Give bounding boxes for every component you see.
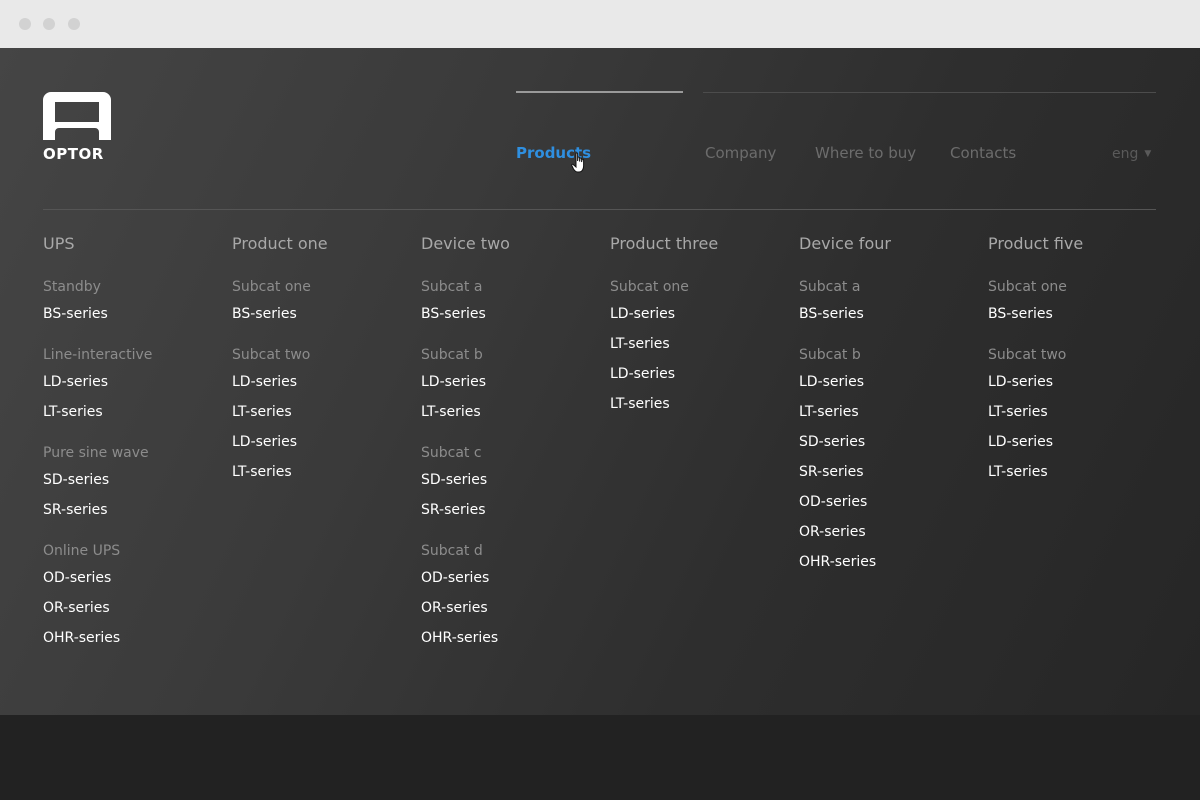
menu-series-link[interactable]: OD-series (799, 487, 979, 517)
menu-series-link[interactable]: BS-series (232, 299, 412, 329)
menu-series-link[interactable]: BS-series (421, 299, 601, 329)
page-footer-area (0, 715, 1200, 800)
menu-series-link[interactable]: LT-series (232, 457, 412, 487)
menu-group: Line-interactive LD-series LT-series (43, 344, 223, 427)
menu-series-link[interactable]: SD-series (421, 465, 601, 495)
nav-active-indicator (516, 91, 683, 93)
menu-group: Online UPS OD-series OR-series OHR-series (43, 540, 223, 653)
menu-subcategory[interactable]: Subcat b (421, 344, 601, 367)
menu-column: Product one Subcat one BS-series Subcat two… (232, 232, 412, 487)
menu-series-link[interactable]: LT-series (43, 397, 223, 427)
menu-group: Subcat b LD-series LT-series (421, 344, 601, 427)
menu-series-link[interactable]: OHR-series (421, 623, 601, 653)
menu-group: Subcat b LD-series LT-series SD-series SR-se… (799, 344, 979, 577)
menu-series-link[interactable]: SD-series (43, 465, 223, 495)
menu-group: Subcat d OD-series OR-series OHR-series (421, 540, 601, 653)
menu-series-link[interactable]: SD-series (799, 427, 979, 457)
menu-subcategory[interactable]: Subcat one (988, 276, 1168, 299)
window-titlebar (0, 0, 1200, 48)
menu-series-link[interactable]: LD-series (43, 367, 223, 397)
menu-subcategory[interactable]: Online UPS (43, 540, 223, 563)
menu-series-link[interactable]: LT-series (799, 397, 979, 427)
menu-group: Subcat one BS-series (232, 276, 412, 329)
menu-column-title[interactable]: Device two (421, 232, 601, 256)
menu-series-link[interactable]: OD-series (421, 563, 601, 593)
menu-series-link[interactable]: OHR-series (43, 623, 223, 653)
menu-series-link[interactable]: OR-series (799, 517, 979, 547)
menu-column: UPS Standby BS-series Line-interactive LD-se… (43, 232, 223, 653)
menu-series-link[interactable]: LT-series (232, 397, 412, 427)
menu-series-link[interactable]: LD-series (610, 299, 790, 329)
menu-series-link[interactable]: BS-series (43, 299, 223, 329)
menu-series-link[interactable]: OR-series (421, 593, 601, 623)
nav-where-to-buy[interactable]: Where to buy (815, 144, 916, 162)
menu-series-link[interactable]: LD-series (610, 359, 790, 389)
window-close-button[interactable] (19, 18, 31, 30)
menu-series-link[interactable]: LT-series (988, 457, 1168, 487)
hand-cursor-icon (571, 152, 585, 173)
menu-series-link[interactable]: OHR-series (799, 547, 979, 577)
menu-series-link[interactable]: BS-series (988, 299, 1168, 329)
menu-group: Subcat a BS-series (421, 276, 601, 329)
brand-logo[interactable]: OPTOR (43, 92, 113, 163)
brand-name: OPTOR (43, 145, 104, 163)
menu-subcategory[interactable]: Subcat a (421, 276, 601, 299)
menu-subcategory[interactable]: Line-interactive (43, 344, 223, 367)
menu-group: Subcat one BS-series (988, 276, 1168, 329)
menu-group: Subcat two LD-series LT-series LD-series LT-… (988, 344, 1168, 487)
menu-group: Subcat c SD-series SR-series (421, 442, 601, 525)
menu-series-link[interactable]: SR-series (43, 495, 223, 525)
menu-series-link[interactable]: LD-series (232, 367, 412, 397)
nav-contacts[interactable]: Contacts (950, 144, 1016, 162)
menu-subcategory[interactable]: Subcat a (799, 276, 979, 299)
menu-column-title[interactable]: Product three (610, 232, 790, 256)
menu-subcategory[interactable]: Subcat c (421, 442, 601, 465)
menu-subcategory[interactable]: Subcat two (988, 344, 1168, 367)
logo-icon (43, 92, 111, 140)
menu-series-link[interactable]: LT-series (610, 389, 790, 419)
window-minimize-button[interactable] (43, 18, 55, 30)
nav-company[interactable]: Company (705, 144, 776, 162)
menu-group: Standby BS-series (43, 276, 223, 329)
menu-group: Pure sine wave SD-series SR-series (43, 442, 223, 525)
menu-series-link[interactable]: SR-series (421, 495, 601, 525)
menu-series-link[interactable]: LD-series (988, 367, 1168, 397)
menu-group: Subcat two LD-series LT-series LD-series LT-… (232, 344, 412, 487)
chevron-down-icon: ▼ (1144, 149, 1152, 159)
menu-series-link[interactable]: LD-series (988, 427, 1168, 457)
menu-subcategory[interactable]: Subcat b (799, 344, 979, 367)
menu-subcategory[interactable]: Subcat one (610, 276, 790, 299)
menu-column: Device two Subcat a BS-series Subcat b LD-se… (421, 232, 601, 653)
nav-top-line (703, 92, 1156, 93)
menu-group: Subcat a BS-series (799, 276, 979, 329)
menu-subcategory[interactable]: Pure sine wave (43, 442, 223, 465)
menu-series-link[interactable]: LT-series (610, 329, 790, 359)
menu-column: Device four Subcat a BS-series Subcat b LD-s… (799, 232, 979, 577)
menu-column-title[interactable]: Product five (988, 232, 1168, 256)
menu-series-link[interactable]: OD-series (43, 563, 223, 593)
menu-subcategory[interactable]: Subcat one (232, 276, 412, 299)
menu-column-title[interactable]: Device four (799, 232, 979, 256)
menu-column: Product five Subcat one BS-series Subcat tw… (988, 232, 1168, 487)
menu-subcategory[interactable]: Subcat two (232, 344, 412, 367)
menu-group: Subcat one LD-series LT-series LD-series LT-… (610, 276, 790, 419)
menu-column-title[interactable]: Product one (232, 232, 412, 256)
menu-divider (43, 209, 1156, 210)
menu-series-link[interactable]: LT-series (421, 397, 601, 427)
menu-series-link[interactable]: BS-series (799, 299, 979, 329)
menu-subcategory[interactable]: Standby (43, 276, 223, 299)
menu-series-link[interactable]: LD-series (421, 367, 601, 397)
menu-series-link[interactable]: LD-series (232, 427, 412, 457)
menu-series-link[interactable]: OR-series (43, 593, 223, 623)
language-selector[interactable]: eng ▼ (1112, 146, 1151, 162)
menu-column: Product three Subcat one LD-series LT-serie… (610, 232, 790, 419)
menu-series-link[interactable]: SR-series (799, 457, 979, 487)
menu-column-title[interactable]: UPS (43, 232, 223, 256)
window-maximize-button[interactable] (68, 18, 80, 30)
language-label: eng (1112, 146, 1139, 162)
menu-subcategory[interactable]: Subcat d (421, 540, 601, 563)
menu-series-link[interactable]: LT-series (988, 397, 1168, 427)
menu-series-link[interactable]: LD-series (799, 367, 979, 397)
